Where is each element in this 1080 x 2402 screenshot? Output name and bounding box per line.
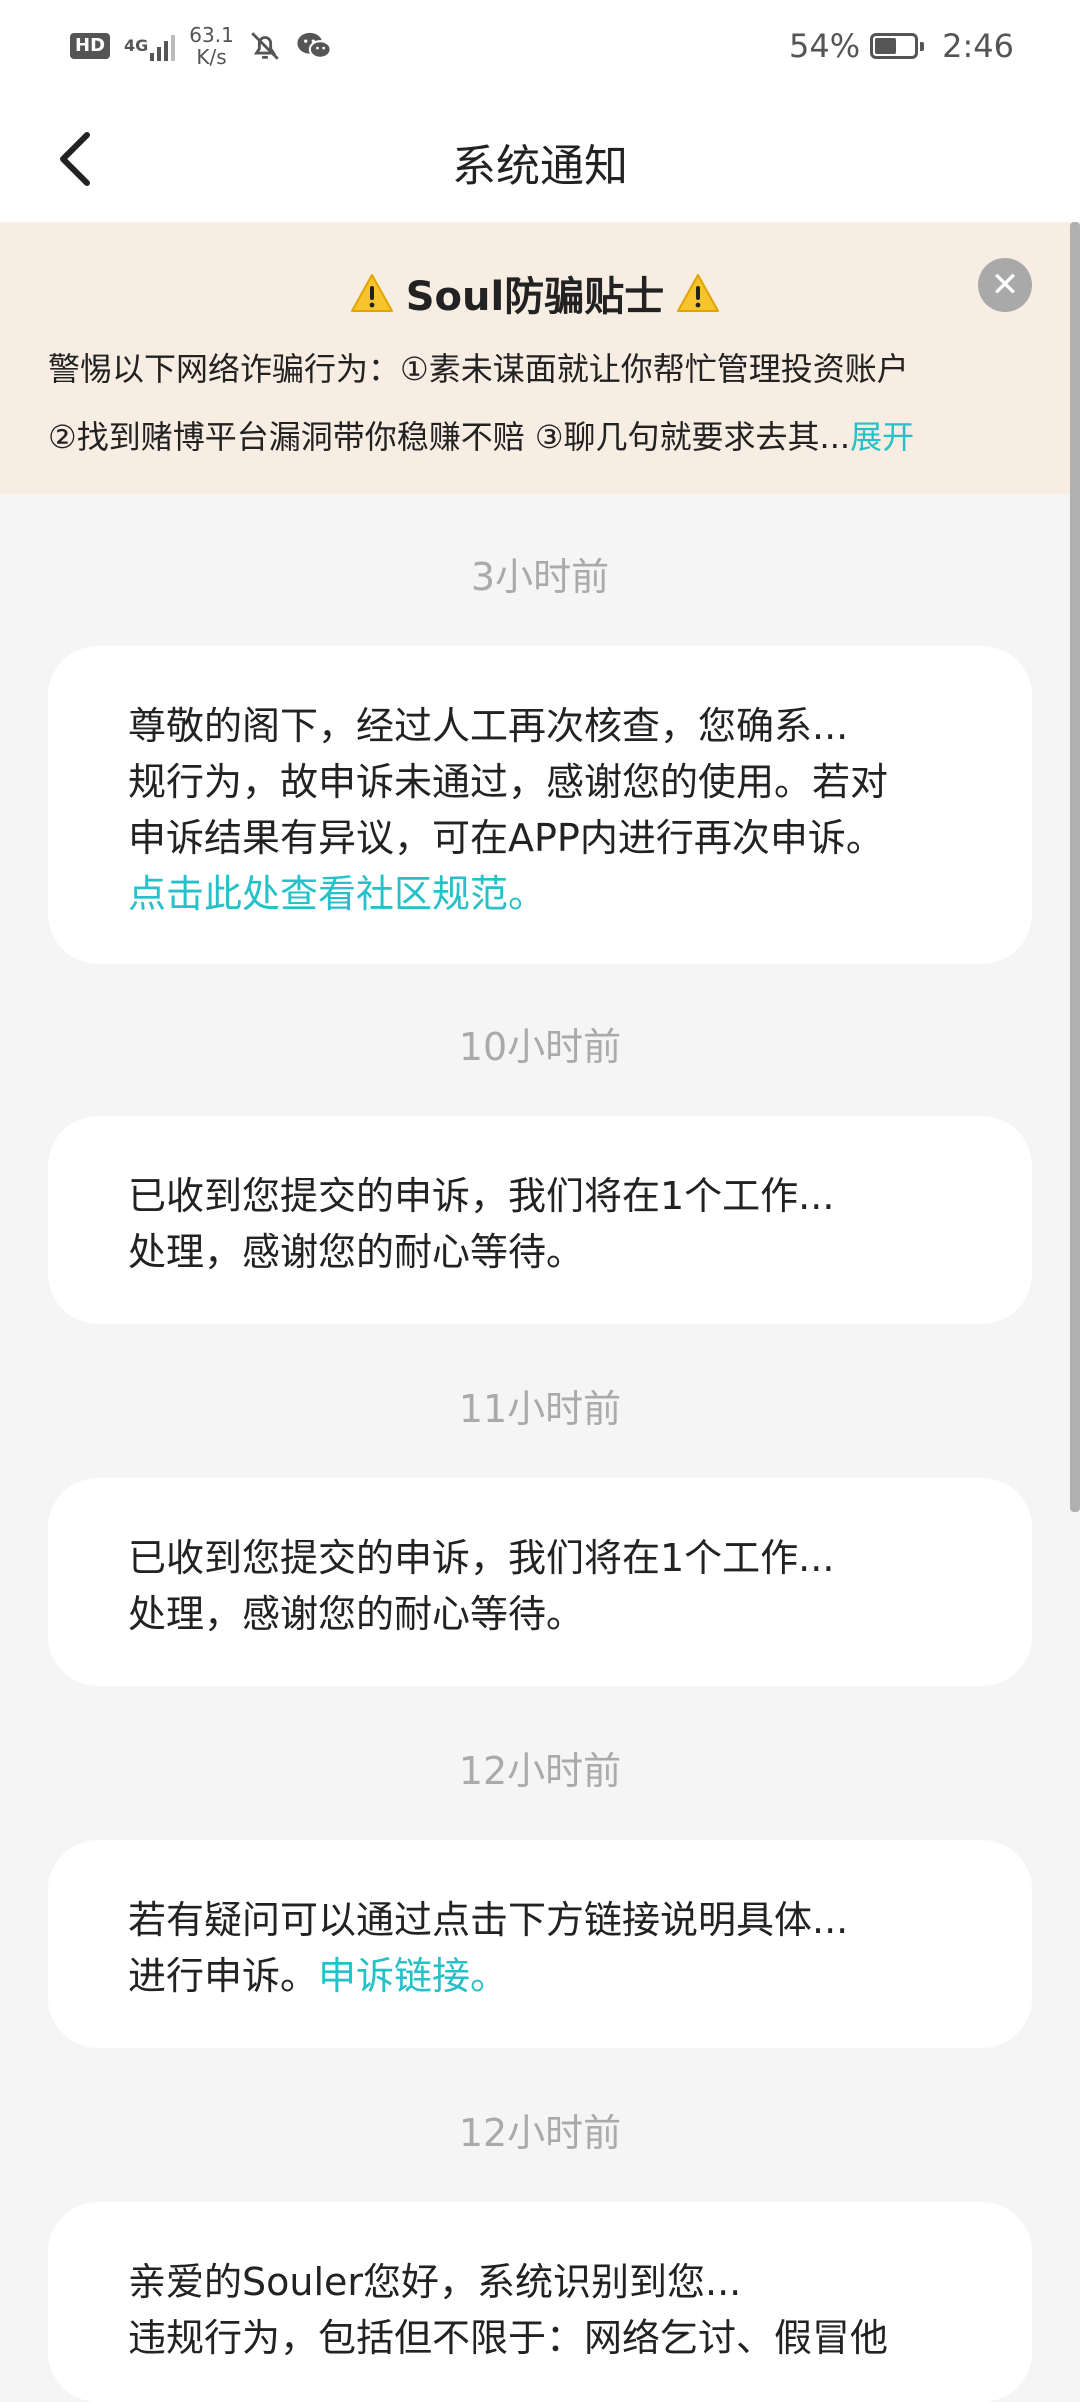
message-timestamp: 11小时前 — [458, 1387, 622, 1431]
message-timestamp: 10小时前 — [458, 1025, 622, 1069]
speed-value: 63.1 — [189, 23, 234, 47]
close-notice-button[interactable]: ✕ — [978, 258, 1032, 312]
message-timestamp: 3小时前 — [470, 555, 610, 599]
notice-title: Soul防骗贴士 — [405, 274, 665, 320]
message-line: 进行申诉。 — [128, 1954, 319, 1998]
close-icon: ✕ — [990, 265, 1020, 305]
anti-fraud-notice: Soul防骗贴士 ✕ 警惕以下网络诈骗行为：①素未谋面就让你帮忙管理投资账户 ②… — [0, 222, 1070, 494]
navigation-header: 系统通知 — [0, 96, 1080, 222]
message-line: 已收到您提交的申诉，我们将在1个工作... — [128, 1174, 835, 1218]
message-line: 若有疑问可以通过点击下方链接说明具体... — [128, 1898, 849, 1942]
page-title: 系统通知 — [452, 141, 628, 192]
warning-icon — [677, 274, 720, 312]
message-line: 规行为，故申诉未通过，感谢您的使用。若对 — [128, 760, 889, 804]
message-line: 申诉结果有异议，可在APP内进行再次申诉。 — [128, 816, 884, 860]
network-type: 4G — [124, 36, 149, 55]
community-rules-link[interactable]: 点击此处查看社区规范。 — [128, 872, 546, 916]
message-line: 处理，感谢您的耐心等待。 — [128, 1230, 585, 1274]
message-line: 已收到您提交的申诉，我们将在1个工作... — [128, 1536, 835, 1580]
status-bar: HD 4G 63.1 K/s 54% 2:46 — [0, 0, 1080, 96]
speed-unit: K/s — [196, 45, 227, 69]
expand-link[interactable]: 展开 — [850, 418, 914, 456]
hd-icon: HD — [70, 33, 111, 59]
message-line: 尊敬的阁下，经过人工再次核查，您确系... — [128, 704, 849, 748]
notice-line-2: ②找到赌博平台漏洞带你稳赚不赔 ③聊几句就要求去其...展开 — [48, 412, 914, 458]
clock: 2:46 — [942, 27, 1014, 65]
notice-line-1: 警惕以下网络诈骗行为：①素未谋面就让你帮忙管理投资账户 — [48, 350, 909, 388]
message-timestamp: 12小时前 — [458, 2111, 622, 2155]
message-timestamp: 12小时前 — [458, 1749, 622, 1793]
mute-bell-icon — [251, 32, 279, 60]
message-line: 处理，感谢您的耐心等待。 — [128, 1592, 585, 1636]
message-card[interactable]: 已收到您提交的申诉，我们将在1个工作... 处理，感谢您的耐心等待。 — [48, 1478, 1032, 1686]
appeal-link[interactable]: 申诉链接。 — [318, 1954, 508, 1998]
battery-icon — [870, 33, 925, 59]
battery-percent: 54% — [789, 27, 861, 65]
wechat-icon — [297, 32, 332, 59]
scrollbar[interactable] — [1070, 222, 1080, 1512]
message-card[interactable]: 若有疑问可以通过点击下方链接说明具体... 进行申诉。申诉链接。 — [48, 1840, 1032, 2048]
warning-icon — [350, 274, 393, 312]
message-card[interactable]: 已收到您提交的申诉，我们将在1个工作... 处理，感谢您的耐心等待。 — [48, 1116, 1032, 1324]
signal-icon — [150, 31, 176, 61]
message-card[interactable]: 亲爱的Souler您好，系统识别到您... 违规行为，包括但不限于：网络乞讨、假… — [48, 2202, 1032, 2402]
message-line: 违规行为，包括但不限于：网络乞讨、假冒他 — [128, 2316, 889, 2360]
network-speed: 63.1 K/s — [189, 24, 234, 68]
notice-line-2-text: ②找到赌博平台漏洞带你稳赚不赔 ③聊几句就要求去其... — [48, 418, 851, 456]
message-line: 亲爱的Souler您好，系统识别到您... — [128, 2260, 742, 2304]
message-card[interactable]: 尊敬的阁下，经过人工再次核查，您确系... 规行为，故申诉未通过，感谢您的使用。… — [48, 646, 1032, 964]
